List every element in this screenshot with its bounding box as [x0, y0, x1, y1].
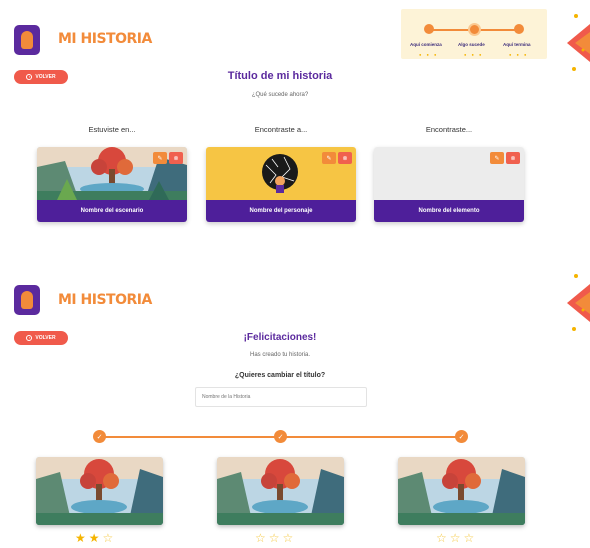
edit-icon[interactable]: ✎ — [490, 152, 504, 164]
column-label-element: Encontraste... — [425, 125, 473, 134]
brand-name: MI HISTORIA — [58, 31, 152, 47]
step-start-label: Aquí comienza — [410, 42, 442, 47]
decorative-kite-icon — [567, 14, 590, 71]
step-end-node — [514, 24, 524, 34]
congrats-subtitle: Has creado tu historia. — [249, 352, 311, 358]
star-empty-icon[interactable]: ☆ — [436, 531, 450, 545]
column-label-scene: Estuviste en... — [88, 125, 136, 134]
check-icon: ✓ — [274, 430, 287, 443]
story-rating[interactable]: ☆☆☆ — [255, 531, 296, 545]
back-arrow-icon: ‹ — [26, 335, 33, 341]
edit-icon[interactable]: ✎ — [322, 152, 336, 164]
story-rating[interactable]: ★★☆ — [75, 531, 116, 545]
edit-icon[interactable]: ✎ — [153, 152, 167, 164]
delete-icon[interactable]: ⊗ — [338, 152, 352, 164]
scene-card-label: Nombre del escenario — [37, 200, 187, 222]
delete-icon[interactable]: ⊗ — [169, 152, 183, 164]
delete-icon[interactable]: ⊗ — [506, 152, 520, 164]
logo-mark — [14, 25, 40, 55]
back-button[interactable]: ‹ VOLVER — [14, 331, 68, 345]
story-subtitle: ¿Qué sucede ahora? — [251, 92, 309, 98]
character-card-label: Nombre del personaje — [206, 200, 356, 222]
story-title: Título de mi historia — [227, 70, 333, 82]
logo-mark — [14, 285, 40, 315]
star-empty-icon[interactable]: ☆ — [103, 531, 117, 545]
story-image — [398, 457, 525, 525]
check-icon: ✓ — [455, 430, 468, 443]
back-button-label: VOLVER — [35, 74, 56, 80]
star-filled-icon[interactable]: ★ — [89, 531, 103, 545]
story-card[interactable] — [36, 457, 163, 525]
change-title-question: ¿Quieres cambiar el título? — [234, 372, 326, 379]
back-button[interactable]: ‹ VOLVER — [14, 70, 68, 84]
story-card[interactable] — [217, 457, 344, 525]
story-progress-panel: Aquí comienza Algo sucede Aquí termina ●… — [401, 9, 547, 59]
element-card-label: Nombre del elemento — [374, 200, 524, 222]
decorative-kite-icon — [567, 274, 590, 331]
story-card[interactable] — [398, 457, 525, 525]
star-filled-icon[interactable]: ★ — [75, 531, 89, 545]
story-name-input[interactable] — [195, 387, 367, 407]
story-image — [36, 457, 163, 525]
step-start-node — [424, 24, 434, 34]
column-label-character: Encontraste a... — [254, 125, 308, 134]
element-card[interactable]: ✎ ⊗ Nombre del elemento — [374, 147, 524, 222]
step-middle-node — [468, 22, 481, 36]
character-card[interactable]: ✎ ⊗ Nombre del personaje — [206, 147, 356, 222]
star-empty-icon[interactable]: ☆ — [450, 531, 464, 545]
check-icon: ✓ — [93, 430, 106, 443]
congrats-title: ¡Felicitaciones! — [243, 332, 317, 343]
back-button-label: VOLVER — [35, 335, 56, 341]
step-end-label: Aquí termina — [503, 42, 531, 47]
scene-card[interactable]: ✎ ⊗ Nombre del escenario — [37, 147, 187, 222]
story-rating[interactable]: ☆☆☆ — [436, 531, 477, 545]
star-empty-icon[interactable]: ☆ — [283, 531, 297, 545]
star-empty-icon[interactable]: ☆ — [464, 531, 478, 545]
back-arrow-icon: ‹ — [26, 74, 33, 80]
story-image — [217, 457, 344, 525]
star-empty-icon[interactable]: ☆ — [255, 531, 269, 545]
star-empty-icon[interactable]: ☆ — [269, 531, 283, 545]
step-middle-label: Algo sucede — [458, 42, 485, 47]
brand-name: MI HISTORIA — [58, 292, 152, 308]
